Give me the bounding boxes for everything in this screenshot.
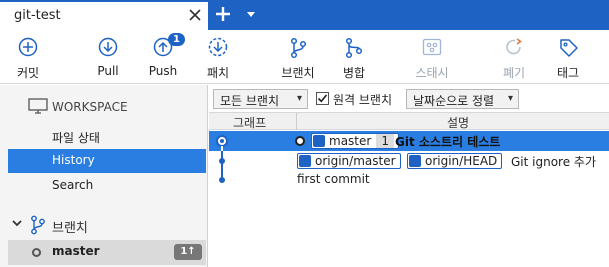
merge-icon (345, 37, 363, 59)
branch-icon (31, 215, 45, 235)
branch-icon (299, 155, 311, 167)
branch-label-origin-head[interactable]: origin/HEAD (407, 153, 503, 169)
chevron-down-icon: ▾ (296, 93, 302, 104)
monitor-icon (28, 98, 48, 114)
commit-row[interactable]: first commit (209, 170, 609, 190)
branch-button[interactable]: 브랜치 (279, 30, 317, 84)
ref-name: origin/master (315, 154, 396, 168)
graph-node-icon (216, 135, 228, 151)
pull-label: Pull (97, 64, 119, 78)
head-indicator-icon (295, 136, 305, 146)
commit-message: Git 소스트리 테스트 (395, 135, 501, 149)
current-branch-icon (32, 248, 41, 257)
commit-list-header: 그래프 설명 (209, 112, 609, 130)
discard-label: 폐기 (502, 66, 526, 80)
sidebar-item-label: History (52, 153, 95, 167)
chevron-down-icon[interactable] (247, 12, 255, 17)
stash-icon (422, 38, 442, 56)
commit-message: first commit (297, 172, 370, 186)
remote-branches-checkbox[interactable] (316, 92, 329, 105)
tag-button[interactable]: 태그 (554, 30, 582, 84)
tab-title: git-test (14, 8, 61, 23)
push-button[interactable]: 1 Push (146, 30, 185, 84)
sidebar-item-search[interactable]: Search (8, 174, 206, 198)
branch-icon (409, 155, 421, 167)
tag-label: 태그 (556, 66, 580, 80)
column-divider[interactable] (296, 113, 297, 130)
discard-icon (506, 38, 522, 55)
sidebar-item-label: 파일 상태 (52, 131, 100, 145)
check-icon (317, 94, 328, 103)
commit-row[interactable]: origin/master origin/HEAD Git ignore 추가 (209, 151, 609, 171)
sort-select[interactable]: 날짜순으로 정렬 ▾ (406, 89, 519, 109)
graph-node-icon (219, 151, 225, 171)
chevron-down-icon: ▾ (507, 93, 513, 104)
branch-name: master (52, 244, 100, 258)
close-icon[interactable] (186, 6, 204, 24)
sidebar-item-history[interactable]: History (8, 149, 206, 173)
tab-bar: git-test (0, 0, 609, 30)
sidebar: WORKSPACE 파일 상태 History Search 브랜치 maste… (0, 85, 208, 267)
push-count-badge: 1 (168, 33, 185, 46)
branch-filter-value: 모든 브랜치 (220, 94, 280, 108)
discard-button[interactable]: 폐기 (500, 30, 528, 84)
workspace-heading: WORKSPACE (52, 100, 128, 114)
branch-filter-select[interactable]: 모든 브랜치 ▾ (213, 89, 308, 109)
branch-label: 브랜치 (281, 66, 315, 80)
tab-git-test[interactable]: git-test (0, 0, 208, 30)
branch-icon (313, 135, 325, 147)
fetch-button[interactable]: 패치 (203, 30, 233, 84)
chevron-down-icon[interactable] (12, 219, 22, 227)
ref-name: origin/HEAD (425, 154, 498, 168)
commit-button[interactable]: 커밋 (10, 30, 46, 84)
filter-bar: 모든 브랜치 ▾ 원격 브랜치 날짜순으로 정렬 ▾ (209, 85, 609, 112)
sort-value: 날짜순으로 정렬 (413, 94, 495, 108)
sidebar-branch-master[interactable]: master 1↑ (8, 240, 206, 265)
ahead-count-badge: 1↑ (174, 244, 202, 260)
merge-button[interactable]: 병합 (339, 30, 369, 84)
ref-name: master (329, 134, 372, 148)
stash-button[interactable]: 스태시 (412, 30, 452, 84)
fetch-label: 패치 (206, 66, 230, 80)
commit-label: 커밋 (16, 66, 40, 80)
tag-icon (560, 39, 578, 57)
pull-button[interactable]: Pull (92, 30, 124, 84)
commit-message: Git ignore 추가 (511, 155, 596, 169)
remote-branches-label: 원격 브랜치 (333, 93, 393, 107)
graph-node-icon (219, 170, 225, 183)
plus-circle-icon (18, 37, 38, 57)
arrow-down-circle-icon (98, 37, 118, 57)
branch-icon (290, 37, 307, 59)
sidebar-item-file-status[interactable]: 파일 상태 (8, 125, 206, 149)
toolbar: 커밋 Pull 1 Push 패치 브랜치 병합 스태시 폐기 태그 (0, 30, 609, 84)
stash-label: 스태시 (415, 66, 449, 80)
graph-column-header[interactable]: 그래프 (233, 114, 266, 131)
fetch-icon (208, 37, 228, 57)
plus-icon[interactable] (214, 5, 232, 23)
push-label: Push (148, 64, 178, 78)
branches-heading[interactable]: 브랜치 (52, 217, 88, 236)
merge-label: 병합 (342, 66, 366, 80)
description-column-header[interactable]: 설명 (447, 114, 469, 131)
ahead-count-badge: 1 (376, 134, 394, 148)
commit-row[interactable]: master 1 Git 소스트리 테스트 (209, 131, 609, 151)
sidebar-item-label: Search (52, 178, 94, 192)
branch-label-master[interactable]: master 1 (311, 133, 399, 149)
branch-label-origin-master[interactable]: origin/master (297, 153, 401, 169)
